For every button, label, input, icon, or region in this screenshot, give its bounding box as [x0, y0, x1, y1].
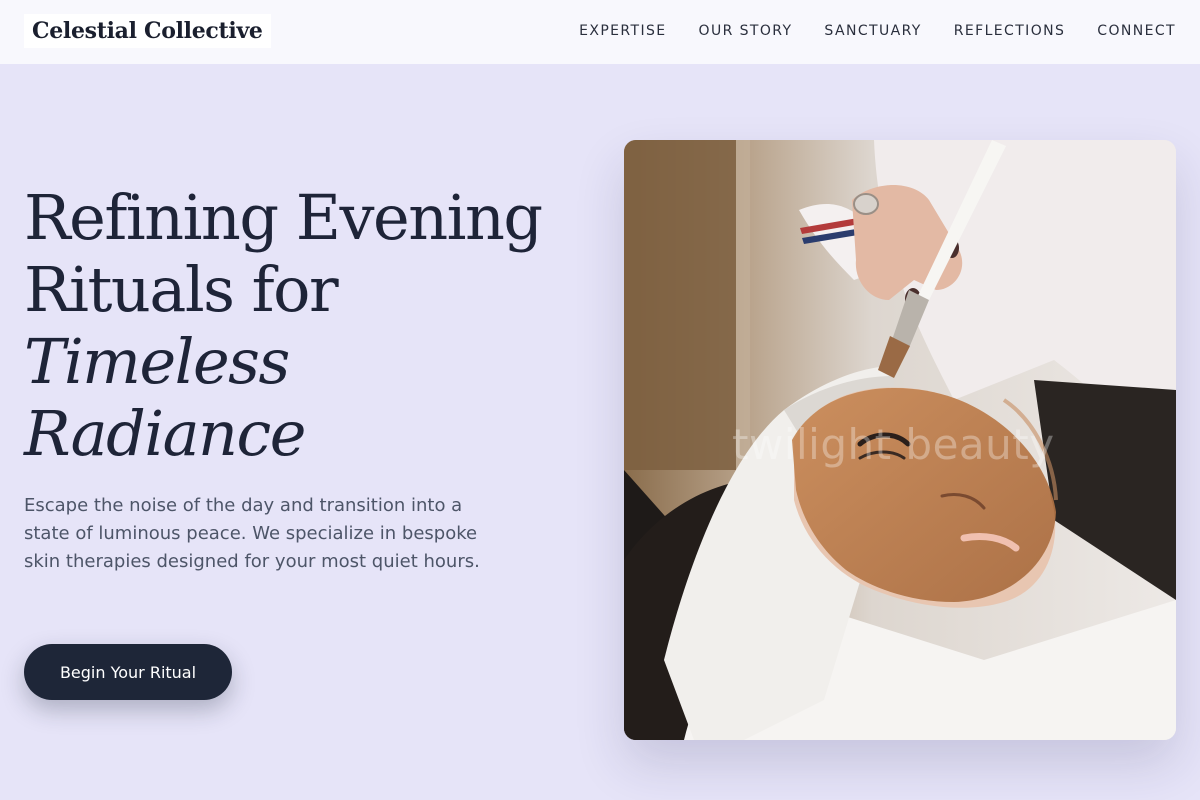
- nav-link-reflections[interactable]: REFLECTIONS: [954, 23, 1066, 39]
- begin-ritual-button[interactable]: Begin Your Ritual: [24, 644, 232, 700]
- image-watermark: twilight beauty: [732, 420, 1055, 469]
- hero-title-line-1: Refining Evening: [24, 181, 543, 254]
- hero-title-line-2: Rituals for: [24, 253, 339, 326]
- nav-link-connect[interactable]: CONNECT: [1097, 23, 1176, 39]
- hero-title-line-4: Radiance: [24, 397, 306, 470]
- nav-link-our-story[interactable]: OUR STORY: [699, 23, 793, 39]
- main-nav: EXPERTISE OUR STORY SANCTUARY REFLECTION…: [579, 0, 1176, 62]
- hero-title-line-3: Timeless: [24, 325, 290, 398]
- nav-link-sanctuary[interactable]: SANCTUARY: [824, 23, 921, 39]
- hero-description: Escape the noise of the day and transiti…: [24, 495, 480, 572]
- hero-title: Refining Evening Rituals for Timeless Ra…: [24, 182, 604, 470]
- nav-link-expertise[interactable]: EXPERTISE: [579, 23, 666, 39]
- hero-image: twilight beauty: [624, 140, 1176, 740]
- top-navigation-bar: Celestial Collective EXPERTISE OUR STORY…: [0, 0, 1200, 64]
- brand-logo[interactable]: Celestial Collective: [24, 14, 271, 48]
